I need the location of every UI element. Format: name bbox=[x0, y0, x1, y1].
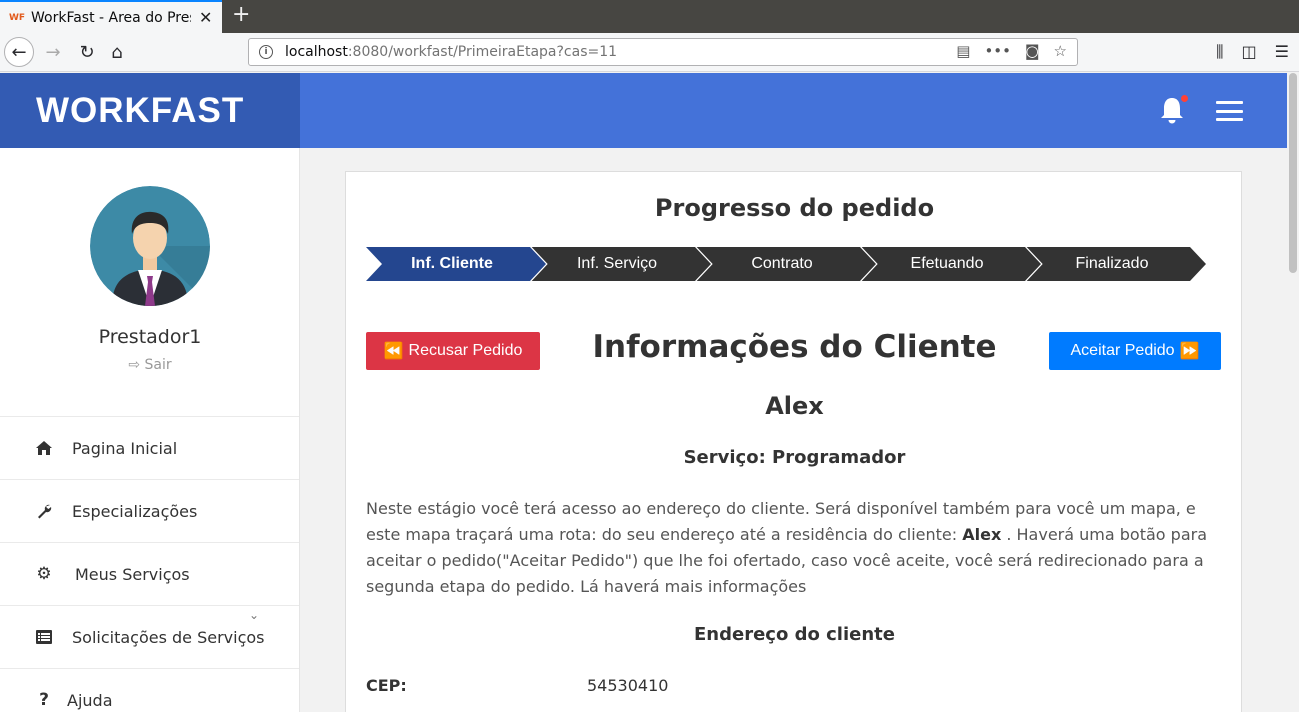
step-inf-servico: Inf. Serviço bbox=[531, 247, 711, 281]
step-label: Inf. Serviço bbox=[576, 255, 658, 272]
step-inf-cliente: Inf. Cliente bbox=[366, 247, 546, 281]
scrollbar-thumb[interactable] bbox=[1289, 73, 1297, 273]
hamburger-menu-icon[interactable] bbox=[1216, 101, 1243, 121]
avatar bbox=[90, 186, 210, 306]
chevron-down-icon[interactable]: ⌄ bbox=[249, 608, 259, 622]
url-bar[interactable]: i localhost:8080/workfast/PrimeiraEtapa?… bbox=[248, 38, 1078, 66]
cep-label: CEP: bbox=[366, 676, 407, 695]
client-name: Alex bbox=[765, 392, 824, 420]
logout-icon: ⇨ bbox=[128, 357, 145, 373]
back-button[interactable]: ← bbox=[4, 37, 34, 67]
accept-order-button[interactable]: Aceitar Pedido ⏩ bbox=[1049, 332, 1221, 370]
favicon-icon: WF bbox=[8, 12, 26, 23]
sidebar-item-label: Ajuda bbox=[67, 690, 113, 710]
sidebar-item-especializacoes[interactable]: Especializações bbox=[0, 479, 299, 542]
bookmark-star-icon[interactable]: ☆ bbox=[1054, 42, 1067, 60]
accept-label: Aceitar Pedido bbox=[1070, 342, 1175, 359]
close-tab-icon[interactable]: ✕ bbox=[199, 8, 212, 27]
order-card: Progresso do pedido Inf. Cliente Inf. Se… bbox=[345, 171, 1242, 712]
browser-menu-icon[interactable]: ☰ bbox=[1275, 42, 1289, 62]
wrench-icon bbox=[34, 501, 54, 521]
url-text: localhost:8080/workfast/PrimeiraEtapa?ca… bbox=[285, 44, 618, 60]
double-left-icon: ⏪ bbox=[383, 343, 404, 360]
progress-steps: Inf. Cliente Inf. Serviço Contrato Efetu… bbox=[366, 247, 1206, 282]
description-paragraph: Neste estágio você terá acesso ao endere… bbox=[366, 499, 1207, 596]
sidebar-item-ajuda[interactable]: ? Ajuda bbox=[0, 668, 299, 712]
question-icon: ? bbox=[39, 690, 49, 710]
step-label: Finalizado bbox=[1075, 255, 1149, 272]
username: Prestador1 bbox=[98, 326, 202, 348]
progress-title: Progresso do pedido bbox=[654, 194, 935, 222]
logout-link[interactable]: ⇨ Sair bbox=[0, 357, 300, 373]
sidebar-item-meus-servicos[interactable]: ⚙ Meus Serviços bbox=[0, 542, 299, 605]
refuse-order-button[interactable]: ⏪ Recusar Pedido bbox=[366, 332, 540, 370]
page-scrollbar[interactable] bbox=[1287, 73, 1299, 712]
step-label: Efetuando bbox=[910, 255, 984, 272]
sidebar-menu: Pagina Inicial Especializações ⚙ Meus Se… bbox=[0, 416, 299, 712]
new-tab-icon[interactable]: + bbox=[232, 4, 250, 26]
brand-logo[interactable]: WORKFAST bbox=[0, 73, 300, 148]
library-icon[interactable]: ⫼ bbox=[1216, 42, 1223, 62]
tab-title: WorkFast - Area do Prest bbox=[31, 9, 191, 26]
step-finalizado: Finalizado bbox=[1026, 247, 1206, 281]
step-contrato: Contrato bbox=[696, 247, 876, 281]
sidebar: Prestador1 ⇨ Sair Pagina Inicial Especia… bbox=[0, 148, 300, 712]
sidebar-item-label: Solicitações de Serviços bbox=[72, 627, 265, 647]
address-title: Endereço do cliente bbox=[694, 624, 895, 645]
sidebar-item-label: Meus Serviços bbox=[75, 564, 190, 584]
step-efetuando: Efetuando bbox=[861, 247, 1041, 281]
step-label: Contrato bbox=[751, 255, 813, 272]
sidebar-item-pagina-inicial[interactable]: Pagina Inicial bbox=[0, 416, 299, 479]
home-button[interactable]: ⌂ bbox=[102, 37, 132, 67]
sidebar-item-solicitacoes[interactable]: ⌄ Solicitações de Serviços bbox=[0, 605, 299, 668]
logout-label: Sair bbox=[144, 357, 172, 373]
reload-button[interactable]: ↻ bbox=[72, 37, 102, 67]
double-right-icon: ⏩ bbox=[1179, 343, 1200, 360]
browser-tab-bar: WF WorkFast - Area do Prest ✕ + bbox=[0, 0, 1299, 33]
info-icon[interactable]: i bbox=[259, 45, 273, 59]
service-line: Serviço: Programador bbox=[683, 447, 906, 468]
desc-client-name: Alex bbox=[962, 525, 1002, 544]
list-icon bbox=[34, 627, 54, 647]
pocket-icon[interactable]: ◙ bbox=[1025, 42, 1040, 60]
home-icon bbox=[34, 438, 54, 458]
reader-view-icon[interactable]: ▤ bbox=[956, 42, 970, 60]
forward-button[interactable]: → bbox=[38, 37, 68, 67]
sidebar-item-label: Pagina Inicial bbox=[72, 438, 178, 458]
step-label: Inf. Cliente bbox=[411, 255, 493, 272]
cogs-icon: ⚙ bbox=[36, 564, 52, 584]
cep-value: 54530410 bbox=[587, 676, 669, 695]
app: WORKFAST Prestador1 ⇨ Sair Pagina Inicia… bbox=[0, 73, 1287, 712]
browser-nav-bar: ← → ↻ ⌂ i localhost:8080/workfast/Primei… bbox=[0, 33, 1299, 72]
sidebar-toggle-icon[interactable]: ◫ bbox=[1242, 42, 1257, 62]
top-navbar bbox=[300, 73, 1287, 148]
more-actions-icon[interactable]: ••• bbox=[984, 42, 1011, 60]
section-title: Informações do Cliente bbox=[592, 329, 997, 365]
refuse-label: Recusar Pedido bbox=[408, 342, 523, 359]
sidebar-item-label: Especializações bbox=[72, 501, 198, 521]
browser-tab[interactable]: WF WorkFast - Area do Prest ✕ bbox=[0, 0, 222, 33]
notification-dot bbox=[1181, 95, 1188, 102]
